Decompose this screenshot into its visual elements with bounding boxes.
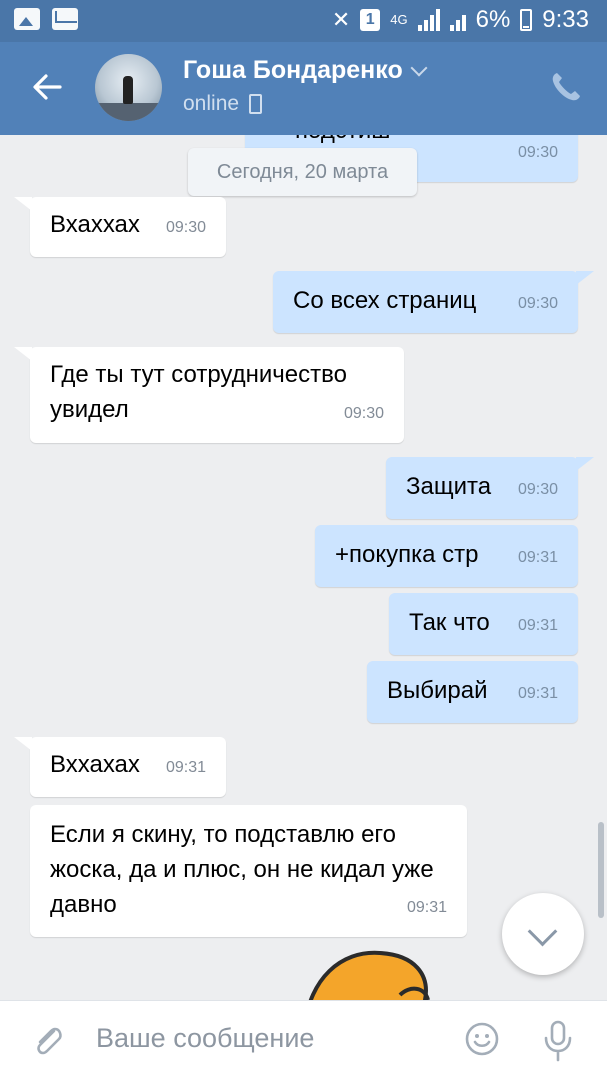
message-bubble-out[interactable]: Так что 09:31 — [389, 593, 578, 655]
message-text: Защита — [406, 473, 492, 500]
message-composer: Ваше сообщение — [0, 1000, 607, 1081]
message-bubble-out[interactable]: Выбирай 09:31 — [367, 661, 578, 723]
mail-notification-icon — [52, 8, 78, 30]
status-text: online — [183, 92, 240, 115]
scroll-to-bottom-button[interactable] — [502, 893, 584, 975]
message-time: 09:31 — [406, 899, 447, 916]
message-list[interactable]: подстиш 09:30 Сегодня, 20 марта Вхаххах … — [0, 135, 607, 1000]
message-text: Так что — [409, 609, 490, 636]
message-bubble-in[interactable]: Вххахах 09:31 — [14, 737, 226, 797]
gallery-notification-icon — [14, 8, 40, 30]
scrollbar[interactable] — [598, 822, 604, 918]
mute-icon: ✕ — [331, 7, 351, 32]
contact-name[interactable]: Гоша Бондаренко — [183, 56, 428, 85]
signal-icon-2 — [449, 9, 466, 31]
back-arrow-icon[interactable] — [30, 70, 64, 104]
message-bubble-in[interactable]: Вхаххах 09:30 — [14, 197, 226, 257]
battery-icon — [520, 9, 533, 31]
message-bubble-out[interactable]: +покупка стр 09:31 — [315, 525, 578, 587]
message-bubble-in[interactable]: Если я скину, то подставлю его жоска, да… — [30, 805, 467, 937]
message-text: Со всех страниц — [293, 287, 477, 314]
message-input[interactable]: Ваше сообщение — [96, 1023, 314, 1054]
status-bar: ✕ 1 4G 6% 9:33 — [0, 0, 607, 42]
message-bubble-in[interactable]: Где ты тут сотрудничество увидел 09:30 — [14, 347, 404, 443]
notification-count-badge: 1 — [360, 9, 381, 31]
battery-percent: 6% — [475, 6, 511, 33]
message-text: Если я скину, то подставлю его жоска, да… — [50, 821, 434, 918]
message-time: 09:30 — [343, 405, 384, 422]
message-time: 09:30 — [165, 219, 206, 236]
message-time: 09:30 — [517, 481, 558, 498]
date-separator: Сегодня, 20 марта — [188, 148, 417, 196]
phone-call-icon[interactable] — [549, 70, 583, 104]
message-text: Где ты тут сотрудничество увидел — [50, 361, 347, 423]
message-bubble-out[interactable]: Со всех страниц 09:30 — [273, 271, 594, 333]
message-time: 09:31 — [517, 685, 558, 702]
emoji-icon[interactable] — [464, 1021, 500, 1057]
message-text: Выбирай — [387, 677, 488, 704]
message-text: Вххахах — [50, 751, 140, 778]
message-text: +покупка стр — [335, 541, 479, 568]
message-bubble-out[interactable]: Защита 09:30 — [386, 457, 594, 519]
attach-icon[interactable] — [30, 1023, 66, 1059]
sticker-image[interactable] — [300, 945, 460, 1000]
message-text: подстиш — [295, 135, 390, 148]
message-time: 09:30 — [517, 295, 558, 312]
message-time: 09:31 — [517, 617, 558, 634]
network-type-label: 4G — [390, 12, 408, 27]
chevron-down-icon[interactable] — [410, 59, 428, 76]
microphone-icon[interactable] — [541, 1019, 575, 1063]
clock: 9:33 — [542, 6, 589, 33]
mobile-device-icon — [249, 94, 263, 114]
message-text: Вхаххах — [50, 211, 140, 238]
signal-icon — [417, 9, 440, 31]
chat-header: Гоша Бондаренко online — [0, 42, 607, 135]
message-time: 09:30 — [517, 144, 558, 161]
contact-name-text: Гоша Бондаренко — [183, 56, 403, 84]
avatar[interactable] — [95, 54, 162, 121]
message-time: 09:31 — [517, 549, 558, 566]
message-time: 09:31 — [165, 759, 206, 776]
contact-status: online — [183, 92, 263, 116]
